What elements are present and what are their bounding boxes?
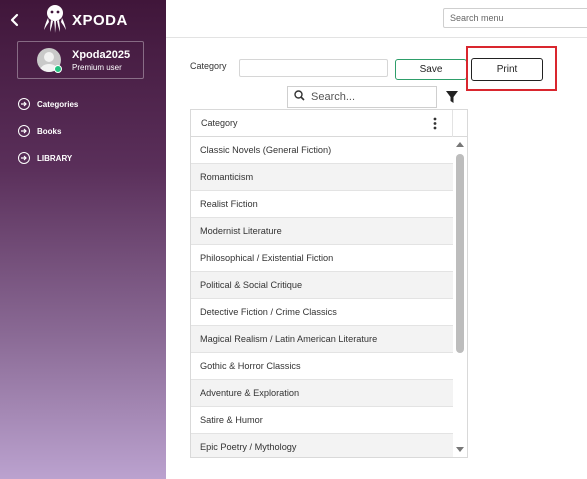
search-menu-input[interactable]	[443, 8, 587, 28]
sidebar-item-categories[interactable]: Categories	[18, 98, 78, 110]
sidebar-item-books[interactable]: Books	[18, 125, 61, 137]
table-row[interactable]: Detective Fiction / Crime Classics	[191, 299, 453, 326]
brand-name: XPODA	[72, 12, 128, 29]
arrow-right-circle-icon	[18, 125, 30, 137]
filter-icon[interactable]	[445, 90, 459, 104]
arrow-right-circle-icon	[18, 152, 30, 164]
header-divider	[452, 110, 453, 137]
column-header-category[interactable]: Category	[201, 118, 238, 128]
scroll-up-arrow-icon[interactable]	[456, 142, 464, 147]
sidebar-item-label: Categories	[37, 99, 79, 109]
search-icon	[294, 90, 305, 104]
category-label: Category	[190, 61, 227, 71]
table-row[interactable]: Realist Fiction	[191, 191, 453, 218]
online-status-icon	[54, 65, 62, 73]
logo: XPODA	[42, 4, 128, 37]
table-row[interactable]: Classic Novels (General Fiction)	[191, 137, 453, 164]
table-row[interactable]: Adventure & Exploration	[191, 380, 453, 407]
scroll-down-arrow-icon[interactable]	[456, 447, 464, 452]
back-chevron-icon[interactable]	[8, 12, 22, 28]
print-button[interactable]: Print	[471, 58, 543, 81]
grid-rows: Classic Novels (General Fiction) Romanti…	[191, 137, 453, 457]
table-row[interactable]: Satire & Humor	[191, 407, 453, 434]
grid-search-input[interactable]	[311, 91, 421, 103]
table-row[interactable]: Epic Poetry / Mythology	[191, 434, 453, 457]
sidebar-item-library[interactable]: LIBRARY	[18, 152, 72, 164]
category-input[interactable]	[239, 59, 388, 77]
sidebar-item-label: LIBRARY	[37, 153, 73, 163]
arrow-right-circle-icon	[18, 98, 30, 110]
sidebar-item-label: Books	[37, 126, 62, 136]
table-row[interactable]: Gothic & Horror Classics	[191, 353, 453, 380]
column-menu-icon[interactable]	[433, 117, 437, 130]
sidebar: XPODA Xpoda2025 Premium user Categories …	[0, 0, 166, 479]
scroll-thumb[interactable]	[456, 154, 464, 353]
table-row[interactable]: Magical Realism / Latin American Literat…	[191, 326, 453, 353]
grid-header: Category	[191, 110, 467, 137]
table-row[interactable]: Romanticism	[191, 164, 453, 191]
user-role: Premium user	[72, 63, 122, 72]
save-button[interactable]: Save	[395, 59, 467, 80]
category-grid: Category Classic Novels (General Fiction…	[190, 109, 468, 458]
user-card[interactable]: Xpoda2025 Premium user	[17, 41, 144, 79]
table-row[interactable]: Political & Social Critique	[191, 272, 453, 299]
user-name: Xpoda2025	[72, 49, 131, 61]
grid-search[interactable]	[287, 86, 437, 108]
octopus-logo-icon	[42, 4, 68, 37]
grid-toolbar	[190, 85, 467, 109]
table-row[interactable]: Modernist Literature	[191, 218, 453, 245]
table-row[interactable]: Philosophical / Existential Fiction	[191, 245, 453, 272]
vertical-scrollbar[interactable]	[453, 137, 467, 457]
